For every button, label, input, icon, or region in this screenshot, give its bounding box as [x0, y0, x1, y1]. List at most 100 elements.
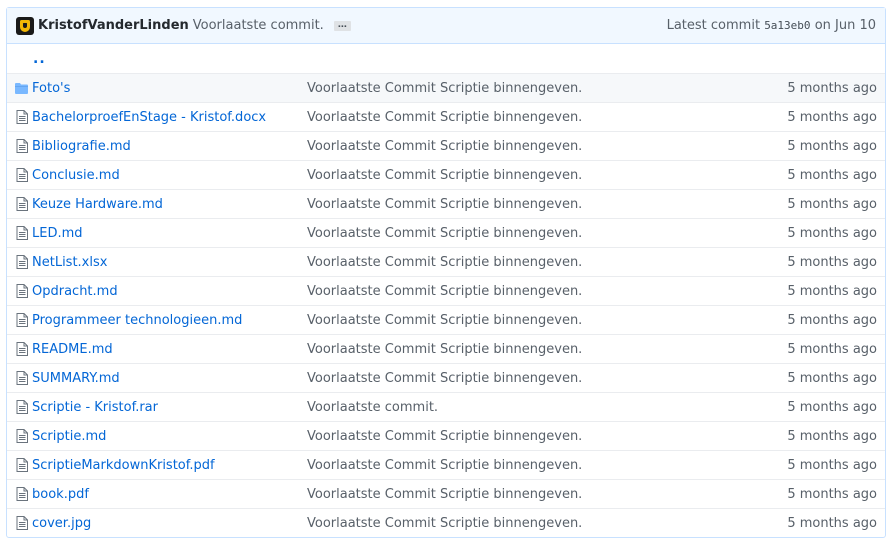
commit-message-link[interactable]: Voorlaatste Commit Scriptie binnengeven.: [307, 458, 765, 473]
commit-age: 5 months ago: [787, 428, 877, 444]
commit-age: 5 months ago: [787, 486, 877, 502]
file-icon: [7, 400, 32, 414]
file-row[interactable]: LED.md Voorlaatste Commit Scriptie binnen…: [7, 218, 885, 247]
commit-age: 5 months ago: [787, 138, 877, 154]
file-name-cell: Programmeer technologieen.md: [32, 313, 307, 328]
file-list: Foto's Voorlaatste Commit Scriptie binnen…: [7, 73, 885, 537]
file-icon: [7, 371, 32, 385]
file-link[interactable]: NetList.xlsx: [32, 255, 107, 270]
file-row[interactable]: Bibliografie.md Voorlaatste Commit Script…: [7, 131, 885, 160]
file-row[interactable]: book.pdf Voorlaatste Commit Scriptie binn…: [7, 479, 885, 508]
commit-message-link[interactable]: Voorlaatste Commit Scriptie binnengeven.: [307, 487, 765, 502]
folder-icon: [7, 82, 32, 94]
file-link[interactable]: Keuze Hardware.md: [32, 197, 163, 212]
file-row[interactable]: Opdracht.md Voorlaatste Commit Scriptie b…: [7, 276, 885, 305]
file-row[interactable]: ScriptieMarkdownKristof.pdf Voorlaatste C…: [7, 450, 885, 479]
commit-message-link[interactable]: Voorlaatste Commit Scriptie binnengeven.: [307, 168, 765, 183]
file-row[interactable]: Programmeer technologieen.md Voorlaatste …: [7, 305, 885, 334]
file-name-cell: Scriptie - Kristof.rar: [32, 400, 307, 415]
expand-commit-button[interactable]: …: [333, 20, 351, 31]
file-name-cell: Opdracht.md: [32, 284, 307, 299]
file-name-cell: cover.jpg: [32, 516, 307, 531]
file-row[interactable]: BachelorproefEnStage - Kristof.docx Voorl…: [7, 102, 885, 131]
file-row[interactable]: cover.jpg Voorlaatste Commit Scriptie bin…: [7, 508, 885, 537]
parent-directory-link[interactable]: ..: [33, 52, 46, 66]
file-icon: [7, 342, 32, 356]
file-name-cell: Scriptie.md: [32, 429, 307, 444]
file-row[interactable]: Conclusie.md Voorlaatste Commit Scriptie …: [7, 160, 885, 189]
file-row[interactable]: NetList.xlsx Voorlaatste Commit Scriptie …: [7, 247, 885, 276]
file-link[interactable]: Scriptie - Kristof.rar: [32, 400, 158, 415]
commit-age: 5 months ago: [787, 341, 877, 357]
file-link[interactable]: Programmeer technologieen.md: [32, 313, 242, 328]
file-icon: [7, 139, 32, 153]
avatar[interactable]: [16, 16, 34, 35]
commit-message[interactable]: Voorlaatste commit.: [193, 18, 324, 33]
commit-message-link[interactable]: Voorlaatste Commit Scriptie binnengeven.: [307, 516, 765, 531]
file-link[interactable]: Opdracht.md: [32, 284, 118, 299]
file-row[interactable]: README.md Voorlaatste Commit Scriptie bin…: [7, 334, 885, 363]
commit-message-link[interactable]: Voorlaatste Commit Scriptie binnengeven.: [307, 139, 765, 154]
file-icon: [7, 197, 32, 211]
commit-age: 5 months ago: [787, 515, 877, 531]
commit-message-link[interactable]: Voorlaatste Commit Scriptie binnengeven.: [307, 255, 765, 270]
shield-icon: [20, 19, 30, 32]
commit-message-link[interactable]: Voorlaatste Commit Scriptie binnengeven.: [307, 342, 765, 357]
file-icon: [7, 516, 32, 530]
file-icon: [7, 168, 32, 182]
file-link[interactable]: book.pdf: [32, 487, 89, 502]
latest-commit-bar: KristofVanderLinden Voorlaatste commit. …: [7, 8, 885, 44]
file-link[interactable]: Scriptie.md: [32, 429, 106, 444]
file-name-cell: Keuze Hardware.md: [32, 197, 307, 212]
file-icon: [7, 313, 32, 327]
file-table: KristofVanderLinden Voorlaatste commit. …: [6, 7, 886, 538]
file-row[interactable]: Scriptie - Kristof.rar Voorlaatste commit…: [7, 392, 885, 421]
file-name-cell: LED.md: [32, 226, 307, 241]
file-row[interactable]: SUMMARY.md Voorlaatste Commit Scriptie bi…: [7, 363, 885, 392]
commit-age: 5 months ago: [787, 196, 877, 212]
commit-author[interactable]: KristofVanderLinden: [38, 18, 189, 33]
commit-age: 5 months ago: [787, 109, 877, 125]
file-name-cell: BachelorproefEnStage - Kristof.docx: [32, 110, 307, 125]
commit-message-link[interactable]: Voorlaatste Commit Scriptie binnengeven.: [307, 313, 765, 328]
file-row[interactable]: Keuze Hardware.md Voorlaatste Commit Scri…: [7, 189, 885, 218]
file-link[interactable]: SUMMARY.md: [32, 371, 120, 386]
file-name-cell: ScriptieMarkdownKristof.pdf: [32, 458, 307, 473]
file-name-cell: README.md: [32, 342, 307, 357]
parent-directory-row[interactable]: ..: [7, 44, 885, 73]
file-link[interactable]: Conclusie.md: [32, 168, 120, 183]
commit-age: 5 months ago: [787, 312, 877, 328]
file-icon: [7, 458, 32, 472]
commit-age: 5 months ago: [787, 80, 877, 96]
file-icon: [7, 284, 32, 298]
commit-age: 5 months ago: [787, 457, 877, 473]
file-name-cell: book.pdf: [32, 487, 307, 502]
commit-message-link[interactable]: Voorlaatste Commit Scriptie binnengeven.: [307, 284, 765, 299]
file-link[interactable]: cover.jpg: [32, 516, 91, 531]
file-link[interactable]: README.md: [32, 342, 113, 357]
commit-age: 5 months ago: [787, 167, 877, 183]
file-icon: [7, 226, 32, 240]
file-icon: [7, 255, 32, 269]
commit-sha-link[interactable]: 5a13eb0: [764, 19, 810, 32]
commit-message-link[interactable]: Voorlaatste Commit Scriptie binnengeven.: [307, 110, 765, 125]
folder-link[interactable]: Foto's: [32, 81, 70, 96]
file-link[interactable]: ScriptieMarkdownKristof.pdf: [32, 458, 215, 473]
commit-message-link[interactable]: Voorlaatste Commit Scriptie binnengeven.: [307, 226, 765, 241]
commit-message-link[interactable]: Voorlaatste Commit Scriptie binnengeven.: [307, 81, 765, 96]
latest-commit-label: Latest commit: [666, 18, 761, 33]
file-link[interactable]: Bibliografie.md: [32, 139, 131, 154]
file-link[interactable]: LED.md: [32, 226, 83, 241]
file-row[interactable]: Scriptie.md Voorlaatste Commit Scriptie b…: [7, 421, 885, 450]
file-icon: [7, 110, 32, 124]
file-name-cell: Foto's: [32, 81, 307, 96]
folder-row[interactable]: Foto's Voorlaatste Commit Scriptie binnen…: [7, 73, 885, 102]
commit-message-link[interactable]: Voorlaatste Commit Scriptie binnengeven.: [307, 429, 765, 444]
file-icon: [7, 487, 32, 501]
commit-message-link[interactable]: Voorlaatste Commit Scriptie binnengeven.: [307, 371, 765, 386]
file-link[interactable]: BachelorproefEnStage - Kristof.docx: [32, 110, 266, 125]
commit-message-link[interactable]: Voorlaatste Commit Scriptie binnengeven.: [307, 197, 765, 212]
commit-message-link[interactable]: Voorlaatste commit.: [307, 400, 765, 415]
commit-date: on Jun 10: [814, 18, 876, 33]
commit-age: 5 months ago: [787, 225, 877, 241]
